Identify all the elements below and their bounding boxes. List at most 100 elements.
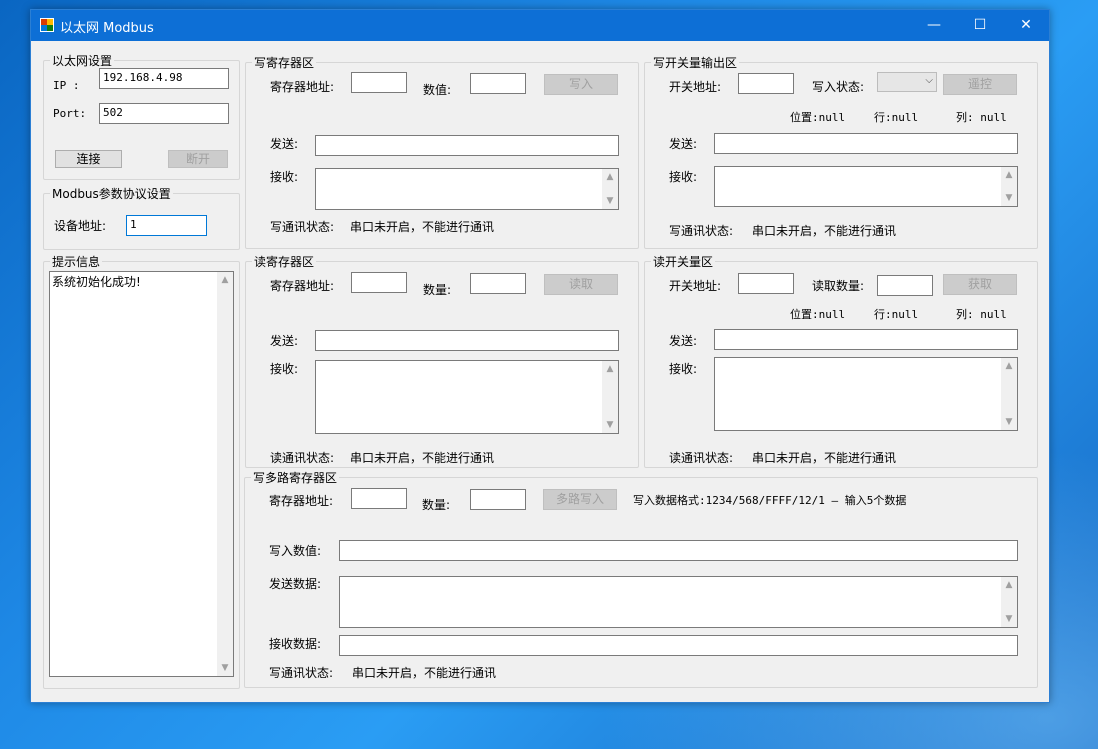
write-coil-column: 列: null — [956, 111, 1007, 124]
send-data-textarea[interactable]: ▲ ▼ — [339, 576, 1018, 628]
write-coil-status-text: 串口未开启，不能进行通讯 — [752, 224, 897, 238]
ip-label: IP : — [53, 79, 80, 92]
read-coil-legend: 读开关量区 — [651, 253, 716, 270]
scroll-down-icon[interactable]: ▼ — [1001, 190, 1017, 206]
device-address-label: 设备地址: — [54, 219, 107, 233]
fetch-button[interactable]: 获取 — [943, 274, 1017, 295]
receive-data-label: 接收数据: — [269, 637, 322, 651]
minimize-button[interactable]: — — [911, 10, 957, 41]
maximize-button[interactable]: ☐ — [957, 10, 1003, 41]
write-coil-group: 写开关量输出区 开关地址: 写入状态: ⌵ 遥控 位置:null 行:null … — [644, 54, 1038, 249]
write-coil-send-label: 发送: — [669, 137, 698, 151]
scroll-down-icon[interactable]: ▼ — [1001, 414, 1017, 430]
write-register-button[interactable]: 写入 — [544, 74, 618, 95]
read-register-send-label: 发送: — [270, 334, 299, 348]
write-values-input[interactable] — [339, 540, 1018, 561]
disconnect-button[interactable]: 断开 — [168, 150, 228, 168]
read-register-address-input[interactable] — [351, 272, 407, 293]
write-register-legend: 写寄存器区 — [252, 54, 317, 71]
write-register-group: 写寄存器区 寄存器地址: 数值: 写入 发送: 接收: ▲ ▼ 写通讯状态: 串口… — [245, 54, 639, 249]
read-coil-receive-label: 接收: — [669, 362, 698, 376]
write-coil-address-input[interactable] — [738, 73, 794, 94]
write-register-value-input[interactable] — [470, 73, 526, 94]
ethernet-settings-group: 以太网设置 IP : 192.168.4.98 Port: 502 连接 断开 — [43, 52, 240, 180]
read-coil-quantity-input[interactable] — [877, 275, 933, 296]
read-coil-position: 位置:null — [790, 308, 846, 321]
modbus-legend: Modbus参数协议设置 — [50, 185, 173, 202]
write-register-receive-label: 接收: — [270, 170, 299, 184]
receive-data-input[interactable] — [339, 635, 1018, 656]
info-scrollbar[interactable]: ▲ ▼ — [217, 272, 233, 676]
write-coil-state-select[interactable]: ⌵ — [877, 72, 937, 92]
read-coil-status-label: 读通讯状态: — [669, 451, 734, 465]
write-coil-row: 行:null — [874, 111, 919, 124]
read-coil-send-label: 发送: — [669, 334, 698, 348]
scroll-up-icon[interactable]: ▲ — [602, 361, 618, 377]
read-register-address-label: 寄存器地址: — [270, 279, 335, 293]
multi-register-legend: 写多路寄存器区 — [251, 469, 340, 486]
multi-register-group: 写多路寄存器区 寄存器地址: 数量: 多路写入 写入数据格式:1234/568/… — [244, 469, 1038, 688]
write-coil-status-label: 写通讯状态: — [669, 224, 734, 238]
write-coil-position: 位置:null — [790, 111, 846, 124]
scroll-up-icon[interactable]: ▲ — [1001, 577, 1017, 593]
read-coil-group: 读开关量区 开关地址: 读取数量: 获取 位置:null 行:null 列: n… — [644, 253, 1038, 468]
scroll-down-icon[interactable]: ▼ — [602, 193, 618, 209]
read-register-group: 读寄存器区 寄存器地址: 数量: 读取 发送: 接收: ▲ ▼ 读通讯状态: 串口… — [245, 253, 639, 468]
write-coil-receive-textarea[interactable]: ▲ ▼ — [714, 166, 1018, 207]
write-register-address-label: 寄存器地址: — [270, 80, 335, 94]
scroll-up-icon[interactable]: ▲ — [1001, 167, 1017, 183]
write-coil-send-input[interactable] — [714, 133, 1018, 154]
read-coil-status-text: 串口未开启，不能进行通讯 — [752, 451, 897, 465]
read-coil-column: 列: null — [956, 308, 1007, 321]
read-coil-send-input[interactable] — [714, 329, 1018, 350]
scroll-up-icon[interactable]: ▲ — [602, 169, 618, 185]
read-register-quantity-label: 数量: — [423, 283, 452, 297]
scroll-up-icon[interactable]: ▲ — [217, 272, 233, 288]
write-coil-receive-scrollbar[interactable]: ▲ ▼ — [1001, 167, 1017, 206]
read-coil-receive-textarea[interactable]: ▲ ▼ — [714, 357, 1018, 431]
read-register-status-label: 读通讯状态: — [270, 451, 335, 465]
write-register-receive-textarea[interactable]: ▲ ▼ — [315, 168, 619, 210]
write-register-status-text: 串口未开启，不能进行通讯 — [350, 220, 495, 234]
send-data-scrollbar[interactable]: ▲ ▼ — [1001, 577, 1017, 627]
ethernet-legend: 以太网设置 — [50, 52, 115, 69]
read-register-receive-scrollbar[interactable]: ▲ ▼ — [602, 361, 618, 433]
multi-register-address-label: 寄存器地址: — [269, 494, 334, 508]
info-group: 提示信息 系统初始化成功! ▲ ▼ — [43, 253, 240, 689]
multi-register-quantity-label: 数量: — [422, 498, 451, 512]
info-text: 系统初始化成功! — [52, 275, 141, 289]
remote-control-button[interactable]: 遥控 — [943, 74, 1017, 95]
read-coil-receive-scrollbar[interactable]: ▲ ▼ — [1001, 358, 1017, 430]
info-textarea[interactable]: 系统初始化成功! ▲ ▼ — [49, 271, 234, 677]
scroll-down-icon[interactable]: ▼ — [602, 417, 618, 433]
read-register-send-input[interactable] — [315, 330, 619, 351]
read-coil-address-label: 开关地址: — [669, 279, 722, 293]
multi-register-quantity-input[interactable] — [470, 489, 526, 510]
app-icon — [40, 18, 54, 32]
port-input[interactable]: 502 — [99, 103, 229, 124]
ip-input[interactable]: 192.168.4.98 — [99, 68, 229, 89]
main-window: 以太网 Modbus — ☐ ✕ 以太网设置 IP : 192.168.4.98… — [30, 9, 1050, 703]
read-register-receive-textarea[interactable]: ▲ ▼ — [315, 360, 619, 434]
scroll-down-icon[interactable]: ▼ — [217, 660, 233, 676]
chevron-down-icon: ⌵ — [925, 75, 933, 86]
write-register-receive-scrollbar[interactable]: ▲ ▼ — [602, 169, 618, 209]
multi-write-button[interactable]: 多路写入 — [543, 489, 617, 510]
send-data-label: 发送数据: — [269, 577, 322, 591]
scroll-up-icon[interactable]: ▲ — [1001, 358, 1017, 374]
multi-register-address-input[interactable] — [351, 488, 407, 509]
title-bar[interactable]: 以太网 Modbus — ☐ ✕ — [31, 10, 1049, 41]
read-coil-address-input[interactable] — [738, 273, 794, 294]
connect-button[interactable]: 连接 — [55, 150, 122, 168]
read-register-button[interactable]: 读取 — [544, 274, 618, 295]
read-coil-quantity-label: 读取数量: — [812, 279, 865, 293]
write-register-address-input[interactable] — [351, 72, 407, 93]
device-address-input[interactable]: 1 — [126, 215, 207, 236]
write-register-send-input[interactable] — [315, 135, 619, 156]
scroll-down-icon[interactable]: ▼ — [1001, 611, 1017, 627]
window-title: 以太网 Modbus — [60, 21, 154, 36]
close-button[interactable]: ✕ — [1003, 10, 1049, 41]
read-register-quantity-input[interactable] — [470, 273, 526, 294]
info-legend: 提示信息 — [50, 253, 103, 270]
write-coil-state-label: 写入状态: — [812, 80, 865, 94]
